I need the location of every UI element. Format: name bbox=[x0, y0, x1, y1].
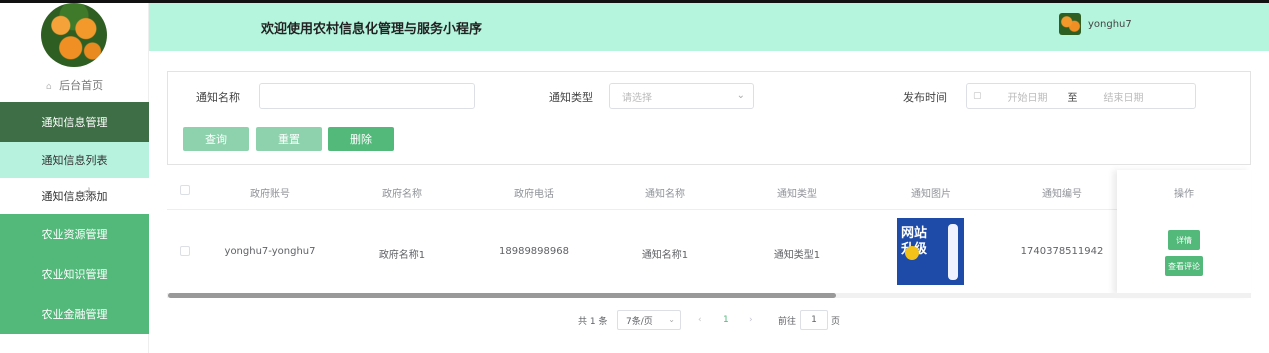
reset-button[interactable]: 重置 bbox=[256, 127, 322, 151]
delete-button[interactable]: 删除 bbox=[328, 127, 394, 151]
select-all-checkbox[interactable] bbox=[180, 185, 190, 195]
date-separator: 至 bbox=[1067, 92, 1078, 104]
top-header: 欢迎使用农村信息化管理与服务小程序 yonghu7 bbox=[149, 3, 1269, 51]
cell-notice-type: 通知类型1 bbox=[773, 250, 821, 261]
user-menu[interactable]: yonghu7 bbox=[1059, 13, 1132, 35]
notice-type-placeholder: 请选择 bbox=[622, 92, 652, 104]
column-header: 通知名称 bbox=[645, 189, 685, 200]
notice-name-label: 通知名称 bbox=[196, 91, 240, 104]
chevron-down-icon: ⌄ bbox=[668, 315, 675, 324]
notice-type-label: 通知类型 bbox=[549, 91, 593, 104]
notice-name-input[interactable] bbox=[259, 83, 475, 109]
page-size-value: 7条/页 bbox=[626, 316, 653, 327]
query-button[interactable]: 查询 bbox=[183, 127, 249, 151]
next-page-icon[interactable]: › bbox=[749, 311, 753, 329]
column-header: 政府账号 bbox=[250, 189, 290, 200]
column-header: 通知编号 bbox=[1042, 189, 1082, 200]
page-size-select[interactable]: 7条/页 ⌄ bbox=[617, 310, 681, 330]
current-page[interactable]: 1 bbox=[723, 311, 729, 329]
sidebar-item-knowledge-management[interactable]: 农业知识管理 bbox=[0, 254, 149, 294]
sidebar: ⌂ 后台首页 通知信息管理 通知信息列表 通知信息添加 农业资源管理 农业知识管… bbox=[0, 3, 149, 353]
mouse-cursor-icon: ☝ bbox=[83, 186, 91, 201]
table-header: 政府账号 政府名称 政府电话 通知名称 通知类型 通知图片 通知编号 bbox=[167, 170, 1251, 210]
end-date-placeholder: 结束日期 bbox=[1103, 92, 1144, 104]
column-header: 通知图片 bbox=[911, 189, 951, 200]
column-header: 通知类型 bbox=[777, 189, 817, 200]
sidebar-item-label: 通知信息列表 bbox=[41, 154, 108, 167]
view-comments-button[interactable]: 查看评论 bbox=[1165, 256, 1203, 276]
sidebar-item-resource-management[interactable]: 农业资源管理 bbox=[0, 214, 149, 254]
person-figure-icon bbox=[948, 224, 958, 280]
sidebar-item-label: 通知信息管理 bbox=[41, 116, 108, 129]
notice-table: 政府账号 政府名称 政府电话 通知名称 通知类型 通知图片 通知编号 yongh… bbox=[167, 170, 1251, 298]
site-avatar bbox=[41, 3, 107, 67]
coin-icon bbox=[905, 246, 919, 260]
home-label: 后台首页 bbox=[59, 79, 104, 92]
cell-phone: 18989898968 bbox=[499, 246, 569, 257]
sidebar-item-notice-add[interactable]: 通知信息添加 bbox=[0, 178, 149, 214]
sidebar-item-notice-list[interactable]: 通知信息列表 bbox=[0, 142, 149, 178]
cell-notice-no: 1740378511942 bbox=[1020, 246, 1104, 257]
cell-gov-name: 政府名称1 bbox=[378, 250, 426, 261]
calendar-icon: ▢ bbox=[973, 91, 982, 101]
goto-label: 前往 bbox=[778, 316, 797, 327]
user-avatar bbox=[1059, 13, 1081, 35]
prev-page-icon[interactable]: ‹ bbox=[698, 311, 702, 329]
home-link[interactable]: ⌂ 后台首页 bbox=[0, 77, 149, 97]
column-header: 操作 bbox=[1174, 189, 1194, 200]
pagination-total: 共 1 条 bbox=[578, 316, 608, 327]
cell-account: yonghu7-yonghu7 bbox=[224, 246, 316, 257]
page-title: 欢迎使用农村信息化管理与服务小程序 bbox=[261, 22, 483, 37]
column-header: 政府名称 bbox=[382, 189, 422, 200]
publish-time-label: 发布时间 bbox=[903, 91, 947, 104]
sidebar-item-label: 农业资源管理 bbox=[41, 228, 108, 241]
column-header: 政府电话 bbox=[514, 189, 554, 200]
home-icon: ⌂ bbox=[45, 82, 52, 92]
row-checkbox[interactable] bbox=[180, 246, 190, 256]
page-suffix: 页 bbox=[831, 316, 841, 327]
notice-image[interactable]: 网站升级 bbox=[897, 218, 964, 285]
username: yonghu7 bbox=[1088, 18, 1132, 30]
start-date-placeholder: 开始日期 bbox=[1007, 92, 1048, 104]
chevron-down-icon: ⌄ bbox=[736, 90, 745, 101]
operation-column: 操作 详情 查看评论 bbox=[1117, 170, 1251, 295]
date-range-picker[interactable]: ▢ 开始日期 至 结束日期 bbox=[966, 83, 1196, 109]
sidebar-item-notice-management[interactable]: 通知信息管理 bbox=[0, 102, 149, 142]
search-panel: 通知名称 通知类型 请选择 ⌄ 发布时间 ▢ 开始日期 至 结束日期 查询 重置… bbox=[167, 71, 1251, 165]
detail-button[interactable]: 详情 bbox=[1168, 230, 1200, 250]
sidebar-item-label: 通知信息添加 bbox=[41, 190, 108, 203]
sidebar-item-label: 农业金融管理 bbox=[41, 308, 108, 321]
cell-notice-name: 通知名称1 bbox=[641, 250, 689, 261]
goto-page-input[interactable]: 1 bbox=[800, 310, 828, 330]
sidebar-item-finance-management[interactable]: 农业金融管理 bbox=[0, 294, 149, 334]
goto-page-value: 1 bbox=[811, 315, 817, 325]
sidebar-item-label: 农业知识管理 bbox=[41, 268, 108, 281]
notice-type-select[interactable]: 请选择 ⌄ bbox=[609, 83, 754, 109]
sidebar-menu: 通知信息管理 通知信息列表 通知信息添加 农业资源管理 农业知识管理 农业金融管… bbox=[0, 102, 149, 334]
horizontal-scrollbar[interactable] bbox=[168, 293, 836, 298]
